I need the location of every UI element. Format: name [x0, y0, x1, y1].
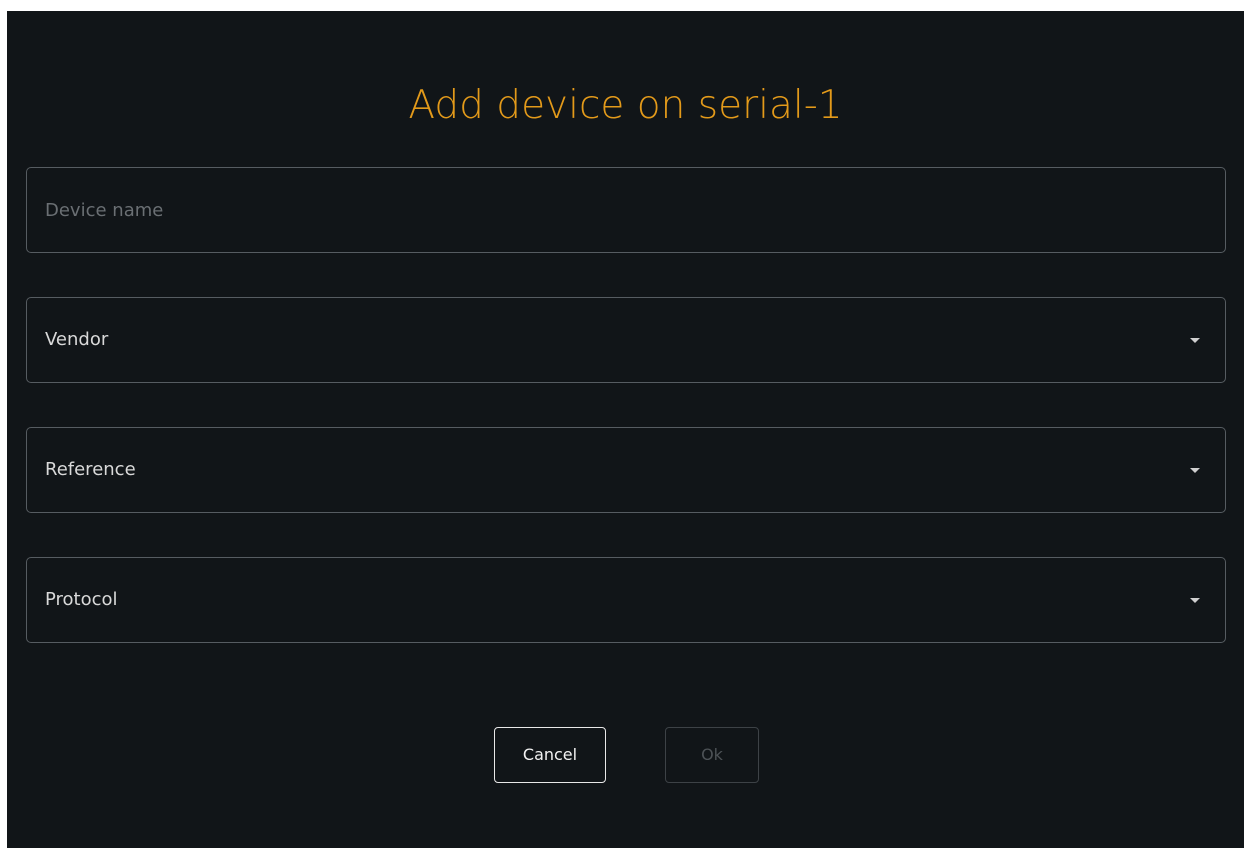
ok-button[interactable]: Ok	[665, 727, 759, 783]
device-name-input[interactable]	[45, 168, 1205, 252]
vendor-label: Vendor	[45, 329, 109, 350]
caret-down-icon[interactable]	[1190, 598, 1200, 603]
dialog-title: Add device on serial-1	[408, 83, 843, 128]
caret-down-icon[interactable]	[1190, 468, 1200, 473]
caret-down-icon[interactable]	[1190, 338, 1200, 343]
add-device-dialog: Add device on serial-1 Vendor Reference …	[7, 11, 1244, 848]
cancel-button[interactable]: Cancel	[494, 727, 606, 783]
vendor-select[interactable]: Vendor	[26, 297, 1226, 383]
reference-label: Reference	[45, 459, 136, 480]
protocol-select[interactable]: Protocol	[26, 557, 1226, 643]
protocol-label: Protocol	[45, 589, 118, 610]
device-name-field[interactable]	[26, 167, 1226, 253]
reference-select[interactable]: Reference	[26, 427, 1226, 513]
